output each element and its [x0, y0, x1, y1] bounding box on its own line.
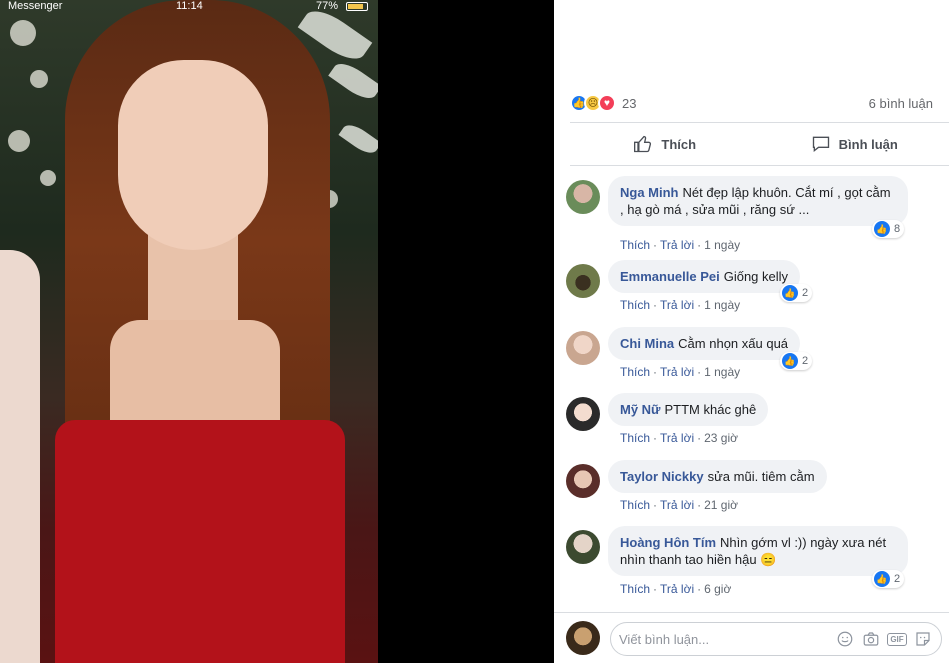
- comment-reply-link[interactable]: Trả lời: [660, 365, 694, 379]
- comment-like-link[interactable]: Thích: [620, 582, 650, 596]
- comment-bubble: Emmanuelle Pei Giống kelly: [608, 260, 801, 293]
- comment-text: Cằm nhọn xấu quá: [678, 336, 789, 351]
- comment-reply-link[interactable]: Trả lời: [660, 582, 694, 596]
- comment-like-link[interactable]: Thích: [620, 298, 650, 312]
- comment-like-badge[interactable]: 👍 8: [872, 220, 905, 238]
- like-icon: 👍: [782, 353, 798, 369]
- user-avatar[interactable]: [566, 621, 600, 655]
- comment-like-badge[interactable]: 👍 2: [872, 570, 905, 588]
- flower-bokeh: [30, 70, 48, 88]
- comment-like-link[interactable]: Thích: [620, 431, 650, 445]
- avatar[interactable]: [566, 180, 600, 214]
- comment-like-link[interactable]: Thích: [620, 498, 650, 512]
- avatar[interactable]: [566, 331, 600, 365]
- battery-icon: [346, 2, 368, 11]
- comments-panel: 👍 ☹ ♥ 23 6 bình luận Thích Bình luận Nga…: [554, 0, 949, 663]
- avatar[interactable]: [566, 464, 600, 498]
- comment-label: Bình luận: [838, 136, 898, 152]
- comment-button[interactable]: Bình luận: [760, 123, 949, 165]
- carrier-label: Messenger: [8, 0, 63, 12]
- comment-time[interactable]: 1 ngày: [704, 365, 740, 379]
- reactions-summary[interactable]: 👍 ☹ ♥ 23 6 bình luận: [570, 92, 933, 114]
- comment-text: PTTM khác ghê: [664, 402, 757, 417]
- comment-time[interactable]: 1 ngày: [704, 238, 740, 252]
- like-label: Thích: [661, 136, 697, 152]
- comment-time[interactable]: 1 ngày: [704, 298, 740, 312]
- comment-bubble: Nga Minh Nét đẹp lập khuôn. Cắt mí , gọt …: [608, 176, 908, 226]
- like-icon: 👍: [874, 221, 890, 237]
- avatar[interactable]: [566, 397, 600, 431]
- avatar[interactable]: [566, 264, 600, 298]
- status-bar: Messenger 11:14 77%: [0, 0, 378, 14]
- comment-count[interactable]: 6 bình luận: [869, 96, 933, 111]
- comment-composer: GIF: [554, 612, 949, 663]
- comment-item: Taylor Nickky sửa mũi. tiêm cằm Thích · Trả…: [566, 460, 936, 512]
- like-button[interactable]: Thích: [570, 123, 760, 165]
- gif-icon[interactable]: GIF: [887, 629, 907, 649]
- comment-like-link[interactable]: Thích: [620, 238, 650, 252]
- thumbs-up-icon: [634, 135, 652, 153]
- flower-petal: [328, 57, 378, 105]
- comment-icon: [812, 136, 829, 153]
- comment-meta: Thích · Trả lời · 21 giờ: [620, 498, 738, 512]
- person-arm: [0, 250, 40, 663]
- like-icon: 👍: [782, 285, 798, 301]
- love-icon: ♥: [598, 94, 616, 112]
- clock: 11:14: [176, 0, 203, 12]
- post-actions: Thích Bình luận: [570, 122, 949, 166]
- comment-author[interactable]: Nga Minh: [620, 185, 679, 200]
- like-icon: 👍: [874, 571, 890, 587]
- post-photo[interactable]: Messenger 11:14 77%: [0, 0, 378, 663]
- comment-like-badge[interactable]: 👍 2: [780, 284, 813, 302]
- comment-input[interactable]: [619, 631, 829, 647]
- comment-item: Chi Mina Cằm nhọn xấu quá 👍 2 Thích · Trả lờ…: [566, 327, 936, 379]
- comment-time[interactable]: 21 giờ: [704, 498, 738, 512]
- comment-bubble: Mỹ Nữ PTTM khác ghê: [608, 393, 769, 426]
- flower-bokeh: [40, 170, 56, 186]
- comment-item: Hoàng Hôn Tím Nhìn gớm vl :)) ngày xưa né…: [566, 526, 936, 598]
- comment-meta: Thích · Trả lời · 6 giờ: [620, 582, 732, 596]
- flower-bokeh: [8, 130, 30, 152]
- comment-author[interactable]: Taylor Nickky: [620, 469, 704, 484]
- comment-author[interactable]: Mỹ Nữ: [620, 402, 660, 417]
- comment-author[interactable]: Hoàng Hôn Tím: [620, 535, 716, 550]
- comment-time[interactable]: 23 giờ: [704, 431, 738, 445]
- camera-icon[interactable]: [861, 629, 881, 649]
- comment-meta: Thích · Trả lời · 1 ngày: [620, 238, 741, 252]
- comment-meta: Thích · Trả lời · 1 ngày: [620, 298, 741, 312]
- comment-time[interactable]: 6 giờ: [704, 582, 731, 596]
- comment-bubble: Chi Mina Cằm nhọn xấu quá: [608, 327, 801, 360]
- photo-viewer: Messenger 11:14 77%: [0, 0, 554, 663]
- flower-petal: [338, 120, 378, 158]
- comment-bubble: Taylor Nickky sửa mũi. tiêm cằm: [608, 460, 827, 493]
- comment-input-wrapper: GIF: [610, 622, 942, 656]
- comment-meta: Thích · Trả lời · 23 giờ: [620, 431, 738, 445]
- comment-reply-link[interactable]: Trả lời: [660, 498, 694, 512]
- battery-percent: 77%: [316, 0, 339, 12]
- flower-bokeh: [10, 20, 36, 46]
- person-face: [118, 60, 268, 250]
- comment-item: Emmanuelle Pei Giống kelly 👍 2 Thích · Trả l…: [566, 260, 936, 312]
- red-dress: [55, 420, 345, 663]
- comment-text: sửa mũi. tiêm cằm: [707, 469, 815, 484]
- comment-meta: Thích · Trả lời · 1 ngày: [620, 365, 741, 379]
- reaction-count[interactable]: 23: [622, 96, 636, 111]
- comment-author[interactable]: Chi Mina: [620, 336, 674, 351]
- comment-text: Giống kelly: [723, 269, 789, 284]
- comment-item: Mỹ Nữ PTTM khác ghê Thích · Trả lời · 23 giờ: [566, 393, 936, 445]
- comment-author[interactable]: Emmanuelle Pei: [620, 269, 720, 284]
- comment-like-badge[interactable]: 👍 2: [780, 352, 813, 370]
- comment-reply-link[interactable]: Trả lời: [660, 431, 694, 445]
- comment-reply-link[interactable]: Trả lời: [660, 238, 694, 252]
- comment-bubble: Hoàng Hôn Tím Nhìn gớm vl :)) ngày xưa né…: [608, 526, 908, 576]
- comment-like-link[interactable]: Thích: [620, 365, 650, 379]
- comment-item: Nga Minh Nét đẹp lập khuôn. Cắt mí , gọt …: [566, 176, 936, 252]
- sticker-icon[interactable]: [913, 629, 933, 649]
- avatar[interactable]: [566, 530, 600, 564]
- comment-reply-link[interactable]: Trả lời: [660, 298, 694, 312]
- emoji-icon[interactable]: [835, 629, 855, 649]
